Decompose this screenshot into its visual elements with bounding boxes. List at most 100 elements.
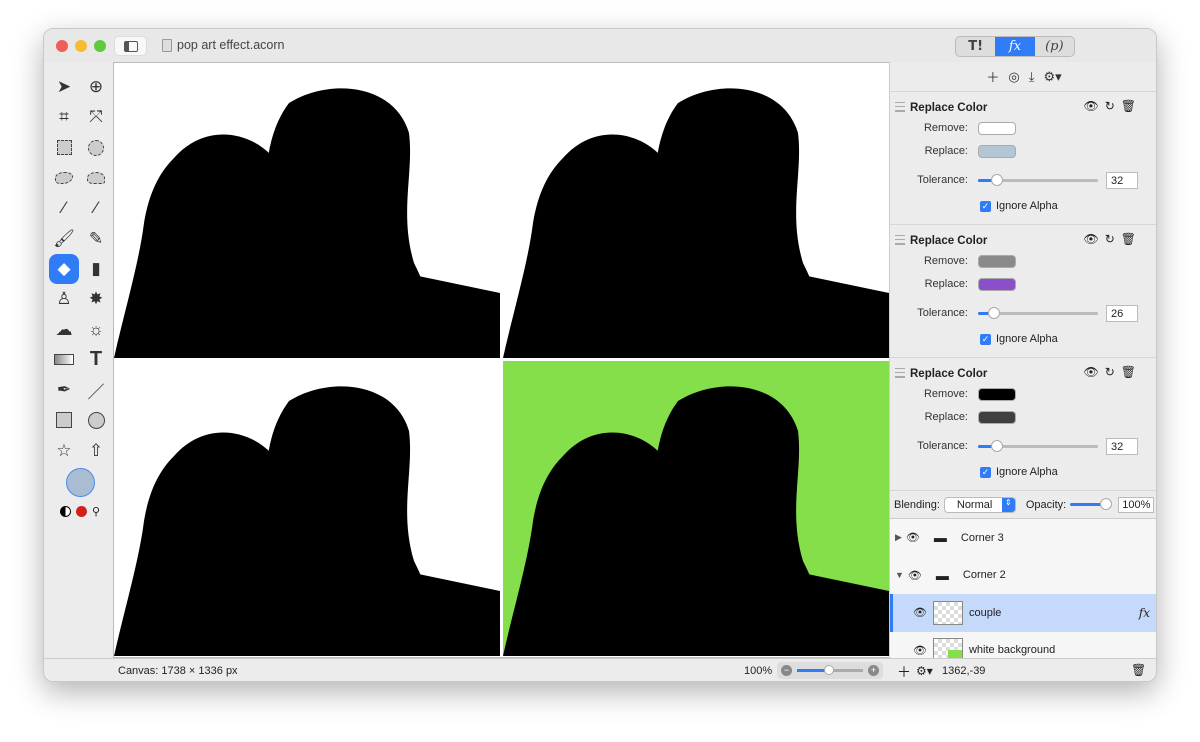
remove-color-well[interactable]	[978, 388, 1016, 401]
filter-replace-color: Replace Color 👁 ↻ 🗑 Remove: Replace: Toler…	[890, 358, 1156, 491]
arrow-tool[interactable]: ➤	[49, 72, 79, 102]
polygon-lasso-tool[interactable]	[81, 163, 111, 193]
layer-couple[interactable]: 👁 couple fx	[890, 594, 1156, 632]
tolerance-field[interactable]: 32	[1106, 172, 1138, 189]
fill-bucket-tool[interactable]: ◆	[49, 253, 79, 285]
replace-color-well[interactable]	[978, 411, 1016, 424]
tolerance-knob[interactable]	[991, 174, 1004, 186]
tolerance-slider[interactable]	[978, 440, 1098, 452]
reset-icon[interactable]: ↻	[1105, 99, 1115, 113]
disclosure-down-icon[interactable]: ▼	[895, 570, 904, 580]
eye-icon[interactable]: 👁	[1083, 232, 1098, 246]
tolerance-knob[interactable]	[987, 307, 1000, 319]
eye-icon[interactable]: 👁	[1083, 99, 1098, 113]
drag-handle-icon[interactable]	[895, 235, 905, 245]
layer-group-corner-2[interactable]: ▼ 👁 ▬ Corner 2	[890, 557, 1156, 595]
eye-icon[interactable]: 👁	[908, 569, 922, 582]
color-picker-icon[interactable]: ⚲	[92, 505, 100, 518]
layer-gear-menu-icon[interactable]: ⚙▾	[916, 664, 933, 678]
tolerance-knob[interactable]	[991, 440, 1004, 452]
ellipse-select-tool[interactable]	[81, 133, 111, 163]
cloud-tool[interactable]: ☁	[49, 314, 79, 344]
tolerance-field[interactable]: 32	[1106, 438, 1138, 455]
crop-tool[interactable]: ⌗	[49, 102, 79, 132]
lasso-tool[interactable]	[49, 163, 79, 193]
zoom-out-icon[interactable]: −	[781, 665, 792, 676]
zoom-level: 100%	[744, 665, 773, 677]
ignore-alpha-checkbox[interactable]: ✓	[980, 200, 991, 212]
trash-icon[interactable]: 🗑	[1121, 232, 1136, 246]
replace-color-well[interactable]	[978, 278, 1016, 291]
opacity-knob[interactable]	[1100, 498, 1113, 510]
tolerance-field[interactable]: 26	[1106, 305, 1138, 322]
eye-icon[interactable]: 👁	[1083, 365, 1098, 379]
drag-handle-icon[interactable]	[895, 368, 905, 378]
sidebar-toggle-button[interactable]	[114, 36, 147, 56]
blending-select[interactable]: Normal ⇕	[943, 496, 1016, 513]
layer-group-corner-3[interactable]: ▶ 👁 ▬ Corner 3	[890, 519, 1156, 557]
pencil-tool[interactable]: ✎	[81, 223, 111, 253]
line-tool[interactable]: ／	[81, 375, 111, 405]
disclosure-right-icon[interactable]: ▶	[895, 532, 902, 543]
remove-color-well[interactable]	[978, 255, 1016, 268]
tab-filters[interactable]: fx	[995, 37, 1035, 56]
filter-stack-icon[interactable]: ◎	[1008, 69, 1019, 85]
brush-tool[interactable]: 🖌	[49, 223, 79, 253]
background-color-well[interactable]	[75, 505, 87, 517]
download-icon[interactable]: ⤓	[1029, 69, 1035, 85]
smudge-tool[interactable]: ✸	[81, 284, 111, 314]
swap-colors-icon[interactable]	[59, 505, 71, 517]
zoom-tool[interactable]: ⊕	[81, 72, 111, 102]
window-title: pop art effect.acorn	[162, 38, 284, 52]
trash-icon[interactable]: 🗑	[1121, 99, 1136, 113]
delete-layer-icon[interactable]: 🗑	[1131, 663, 1146, 677]
zoom-button[interactable]	[94, 40, 106, 52]
zoom-in-icon[interactable]: +	[868, 665, 879, 676]
opacity-field[interactable]: 100%	[1118, 496, 1155, 513]
tolerance-slider[interactable]	[978, 307, 1098, 319]
ignore-alpha-checkbox[interactable]: ✓	[980, 466, 991, 478]
eye-icon[interactable]: 👁	[906, 531, 920, 544]
add-filter-icon[interactable]: ＋	[986, 67, 999, 86]
sun-tool[interactable]: ☼	[81, 314, 111, 344]
eye-icon[interactable]: 👁	[913, 606, 927, 619]
rectangle-tool[interactable]	[49, 405, 79, 435]
tab-tools[interactable]: T!	[956, 37, 995, 56]
star-tool[interactable]: ☆	[49, 436, 79, 466]
layers-list: ▶ 👁 ▬ Corner 3 ▼ 👁 ▬ Corner 2 👁 couple fx 👁 white…	[890, 519, 1156, 666]
zoom-knob[interactable]	[824, 665, 834, 675]
eye-icon[interactable]: 👁	[913, 644, 927, 657]
zoom-slider[interactable]	[797, 665, 863, 675]
remove-color-well[interactable]	[978, 122, 1016, 135]
foreground-color-well[interactable]	[65, 468, 95, 498]
add-layer-icon[interactable]: ＋	[897, 662, 911, 681]
eraser-tool[interactable]: ▮	[81, 254, 111, 284]
drag-handle-icon[interactable]	[895, 102, 905, 112]
tab-properties[interactable]: (p)	[1035, 37, 1074, 56]
fx-badge[interactable]: fx	[1139, 606, 1150, 620]
magic-wand-tool[interactable]: ⁄	[49, 193, 79, 223]
panel-tabs: T! fx (p)	[955, 36, 1075, 57]
gear-menu-icon[interactable]: ⚙▾	[1043, 69, 1061, 85]
text-tool[interactable]: T	[81, 345, 111, 375]
trash-icon[interactable]: 🗑	[1121, 365, 1136, 379]
folder-icon: ▬	[935, 567, 949, 583]
pen-tool[interactable]: ✒	[49, 375, 79, 405]
image-canvas[interactable]: .bw .dk{fill:#111}.bw .fc{fill:#fff}.bw …	[113, 62, 890, 658]
replace-color-well[interactable]	[978, 145, 1016, 158]
stamp-tool[interactable]: ♙	[49, 284, 79, 314]
ignore-alpha-checkbox[interactable]: ✓	[980, 333, 991, 345]
close-button[interactable]	[56, 40, 68, 52]
rect-select-tool[interactable]	[49, 133, 79, 163]
tolerance-slider[interactable]	[978, 174, 1098, 186]
color-wand-tool[interactable]: ⁄	[81, 193, 111, 223]
circle-tool[interactable]	[81, 405, 111, 435]
opacity-slider[interactable]	[1070, 498, 1113, 510]
reset-icon[interactable]: ↻	[1105, 232, 1115, 246]
layer-name: couple	[968, 606, 1002, 619]
reset-icon[interactable]: ↻	[1105, 365, 1115, 379]
minimize-button[interactable]	[75, 40, 87, 52]
arrow-shape-tool[interactable]: ⇧	[81, 436, 111, 466]
gradient-tool[interactable]	[49, 345, 79, 375]
transform-tool[interactable]: ⤧	[81, 102, 111, 132]
